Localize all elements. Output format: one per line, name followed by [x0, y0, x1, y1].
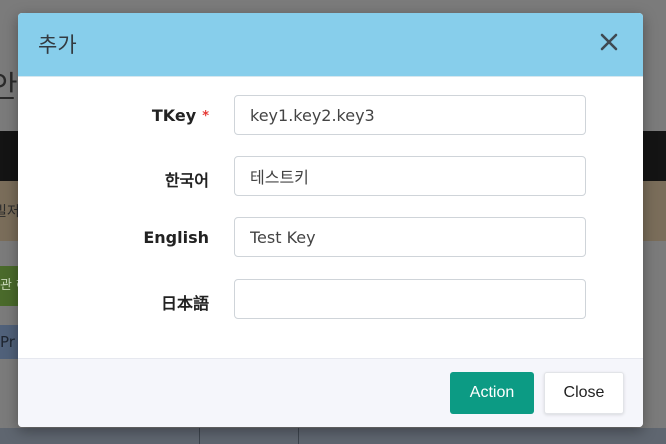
required-mark: * — [202, 109, 209, 124]
dialog-body: TKey* 한국어 English 日本語 — [18, 77, 643, 358]
dialog-footer: Action Close — [18, 358, 643, 427]
background-table-header — [0, 428, 666, 444]
tkey-input[interactable] — [234, 95, 586, 135]
dialog-header: 추가 — [18, 13, 643, 77]
form-row-english: English — [18, 217, 643, 259]
form-row-tkey: TKey * — [18, 95, 643, 137]
action-button[interactable]: Action — [450, 372, 534, 414]
english-input[interactable] — [234, 217, 586, 257]
background-heading: 안 — [0, 70, 18, 105]
tkey-label: TKey * — [151, 106, 209, 125]
form-row-japanese: 日本語 — [18, 279, 643, 321]
close-icon[interactable] — [597, 30, 621, 54]
background-column-divider — [199, 428, 200, 444]
korean-input[interactable] — [234, 156, 586, 196]
japanese-label: 日本語 — [160, 294, 209, 313]
korean-label: 한국어 — [164, 171, 209, 190]
japanese-input[interactable] — [234, 279, 586, 319]
background-notice-text: 빌저 — [0, 204, 20, 220]
background-column-divider — [298, 428, 299, 444]
close-button[interactable]: Close — [544, 372, 624, 414]
english-label: English — [143, 228, 209, 247]
dialog-title: 추가 — [38, 33, 77, 57]
form-row-korean: 한국어 — [18, 156, 643, 198]
add-dialog: 추가 TKey* 한국어 English 日本語 Action Close — [18, 13, 643, 427]
